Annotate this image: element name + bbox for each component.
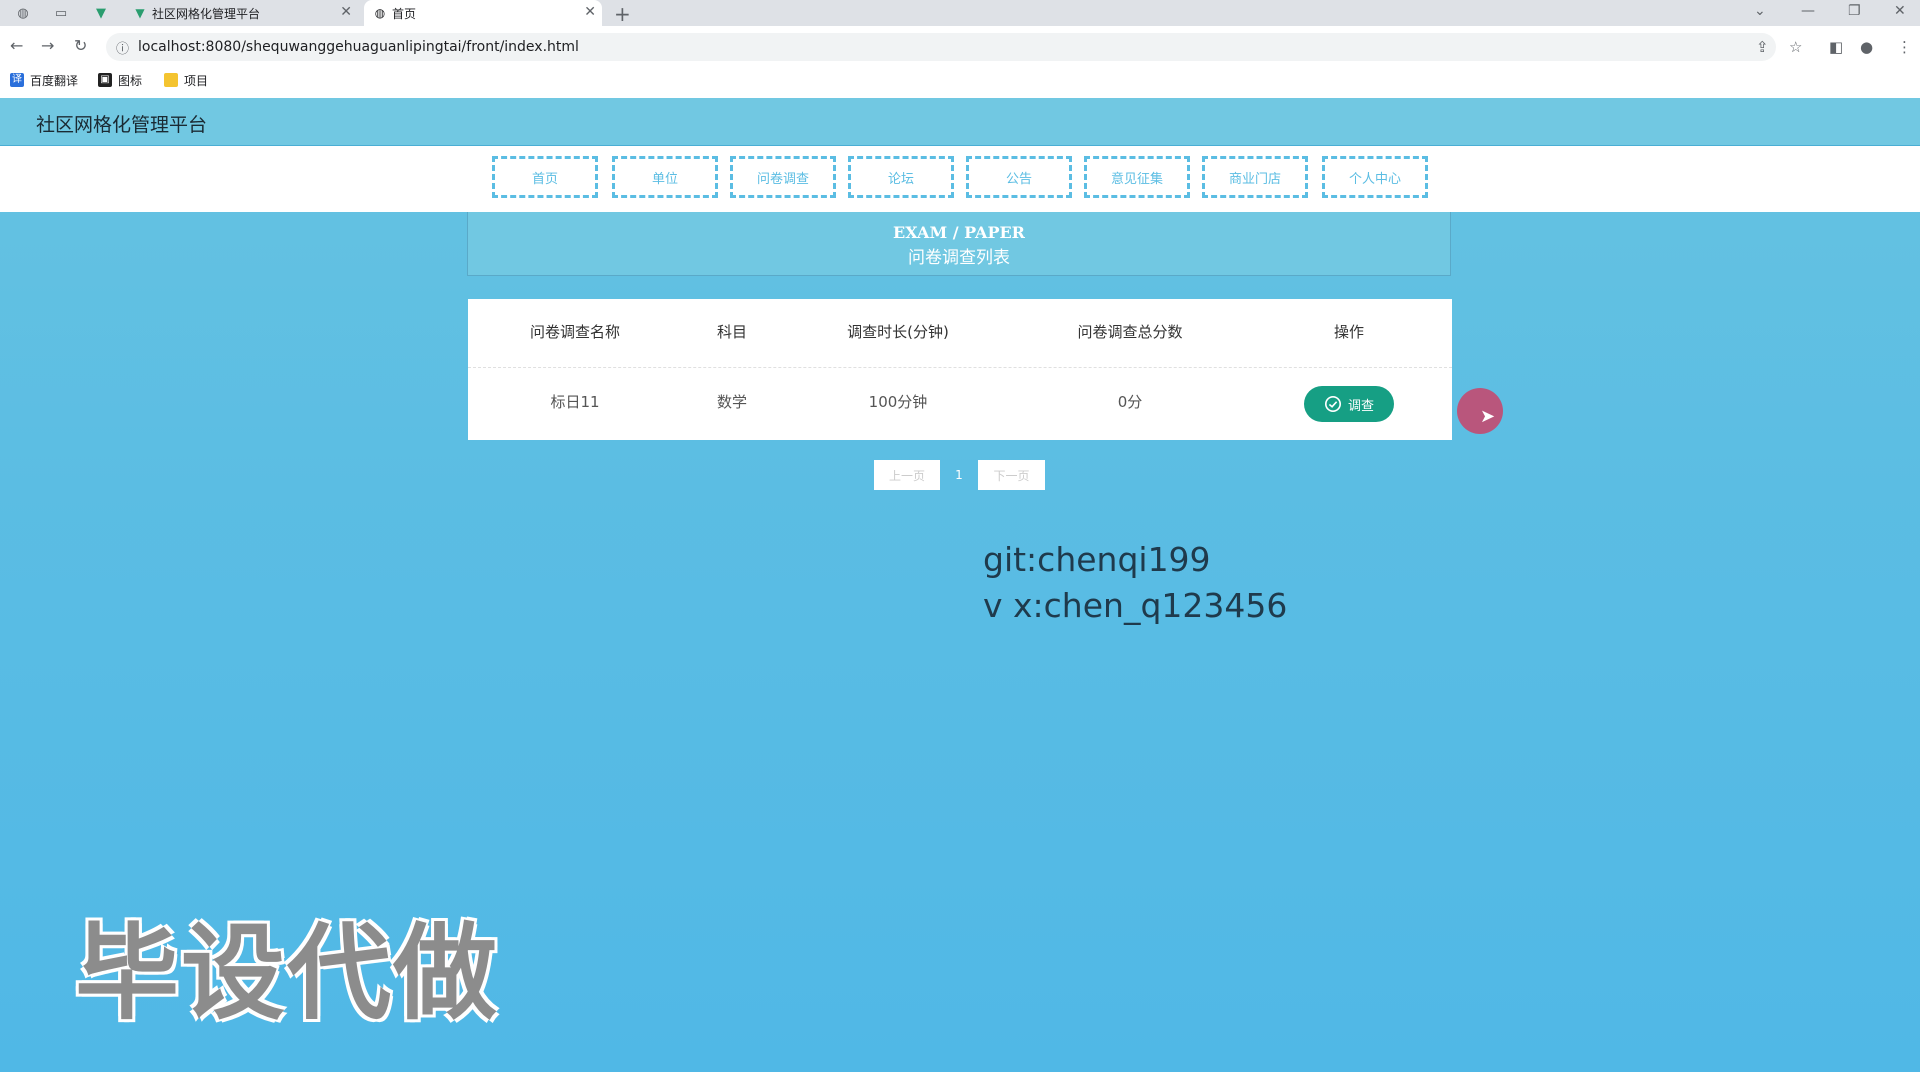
- menu-item-home[interactable]: 首页: [492, 156, 598, 198]
- reload-icon[interactable]: ↻: [74, 36, 87, 55]
- column-header: 问卷调查总分数: [1077, 323, 1183, 341]
- section-header: EXAM / PAPER 问卷调查列表: [467, 212, 1451, 276]
- menu-item-unit[interactable]: 单位: [612, 156, 718, 198]
- url-bar[interactable]: ⓘ localhost:8080/shequwanggehuaguanlipin…: [106, 33, 1776, 61]
- tab-title: 首页: [392, 6, 417, 21]
- next-page-button[interactable]: 下一页: [978, 460, 1045, 490]
- survey-table: 问卷调查名称 科目 调查时长(分钟) 问卷调查总分数 操作 标日11 数学 10…: [468, 299, 1452, 440]
- vue-icon[interactable]: ▼: [92, 4, 110, 22]
- globe-icon: ◍: [374, 6, 386, 20]
- bookmark-project[interactable]: 项目: [164, 71, 208, 89]
- profile-icon[interactable]: ●: [1860, 38, 1873, 56]
- share-icon[interactable]: ⇪: [1756, 38, 1769, 56]
- main-menu: 首页 单位 问卷调查 论坛 公告 意见征集 商业门店 个人中心: [0, 146, 1920, 212]
- chevron-down-icon[interactable]: ⌄: [1754, 3, 1766, 19]
- tab-home[interactable]: ◍ 首页 ✕: [364, 0, 602, 26]
- column-header: 调查时长(分钟): [847, 323, 949, 341]
- reading-icon[interactable]: ▭: [52, 4, 70, 22]
- page-number-button[interactable]: 1: [940, 460, 978, 490]
- duration-cell: 100分钟: [868, 393, 928, 411]
- column-header: 操作: [1333, 323, 1365, 341]
- back-icon[interactable]: ←: [10, 36, 23, 55]
- score-cell: 0分: [1117, 393, 1143, 411]
- row-divider: [468, 367, 1452, 368]
- column-header: 科目: [716, 323, 748, 341]
- bookmark-label: 图标: [118, 73, 143, 88]
- cursor-icon: ➤: [1480, 406, 1496, 427]
- subject-cell: 数学: [716, 393, 748, 411]
- tab-platform[interactable]: ▼ 社区网格化管理平台 ✕: [124, 0, 358, 26]
- close-icon[interactable]: ✕: [340, 4, 352, 20]
- page-content: 社区网格化管理平台 首页 单位 问卷调查 论坛 公告 意见征集 商业门店 个人中…: [0, 98, 1920, 1072]
- watermark-text: 毕设代做: [75, 912, 500, 1034]
- new-tab-button[interactable]: +: [614, 2, 631, 26]
- forward-icon[interactable]: →: [41, 36, 54, 55]
- section-title-cn: 问卷调查列表: [908, 248, 1010, 268]
- menu-icon[interactable]: ⋮: [1897, 38, 1912, 56]
- minimize-icon[interactable]: —: [1801, 3, 1815, 19]
- overlay-git-text: git:chenqi199: [983, 540, 1211, 579]
- sidepanel-icon[interactable]: ◧: [1829, 38, 1843, 56]
- menu-item-profile[interactable]: 个人中心: [1322, 156, 1428, 198]
- menu-item-feedback[interactable]: 意见征集: [1084, 156, 1190, 198]
- info-icon[interactable]: ⓘ: [116, 38, 129, 57]
- restore-icon[interactable]: ❐: [1848, 3, 1861, 19]
- bookmark-translate[interactable]: 译 百度翻译: [10, 71, 78, 89]
- menu-item-forum[interactable]: 论坛: [848, 156, 954, 198]
- menu-item-shops[interactable]: 商业门店: [1202, 156, 1308, 198]
- bookmark-label: 项目: [184, 73, 209, 88]
- star-icon[interactable]: ☆: [1789, 38, 1802, 56]
- globe-icon[interactable]: ◍: [14, 4, 32, 22]
- folder-icon: [164, 73, 178, 87]
- bookmark-label: 百度翻译: [30, 73, 79, 88]
- prev-page-button[interactable]: 上一页: [874, 460, 940, 490]
- overlay-contact-text: v x:chen_q123456: [983, 586, 1288, 625]
- browser-tab-bar: ◍ ▭ ▼ ▼ 社区网格化管理平台 ✕ ◍ 首页 ✕ + ⌄ — ❐ ✕: [0, 0, 1920, 26]
- url-text[interactable]: localhost:8080/shequwanggehuaguanlipingt…: [138, 39, 579, 55]
- shield-check-icon: [1324, 395, 1341, 413]
- menu-item-survey[interactable]: 问卷调查: [730, 156, 836, 198]
- menu-item-notice[interactable]: 公告: [966, 156, 1072, 198]
- pagination: 上一页 1 下一页: [874, 460, 1045, 490]
- close-icon[interactable]: ✕: [584, 4, 596, 20]
- image-icon: ▣: [98, 73, 112, 87]
- site-header: 社区网格化管理平台: [0, 98, 1920, 146]
- survey-button-label: 调查: [1347, 398, 1374, 414]
- section-title-en: EXAM / PAPER: [893, 223, 1025, 242]
- survey-button[interactable]: 调查: [1304, 386, 1394, 422]
- tab-title: 社区网格化管理平台: [152, 6, 261, 21]
- bookmark-icons[interactable]: ▣ 图标: [98, 71, 142, 89]
- translate-icon: 译: [10, 73, 24, 87]
- vue-icon: ▼: [135, 6, 145, 20]
- survey-name-cell: 标日11: [550, 393, 600, 411]
- column-header: 问卷调查名称: [529, 323, 621, 341]
- close-window-icon[interactable]: ✕: [1894, 3, 1906, 19]
- site-title: 社区网格化管理平台: [36, 114, 208, 136]
